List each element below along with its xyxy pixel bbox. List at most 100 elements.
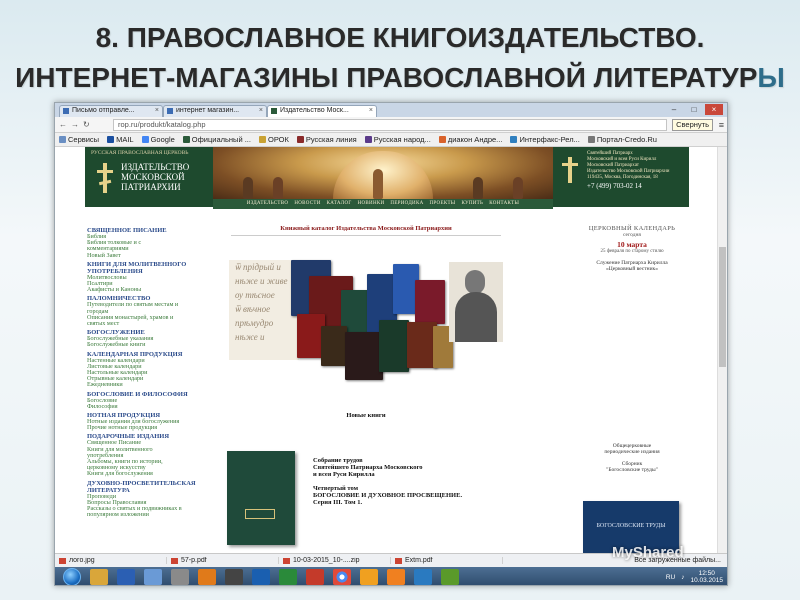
bookmark-item[interactable]: Сервисы	[59, 135, 99, 144]
blog-icon	[438, 136, 446, 143]
bookmark-item[interactable]: Google	[141, 135, 175, 144]
site-icon	[364, 136, 372, 143]
site-logo[interactable]: РУССКАЯ ПРАВОСЛАВНАЯ ЦЕРКОВЬ ИЗДАТЕЛЬСТВ…	[85, 147, 213, 207]
patriarch-portrait-image	[449, 262, 503, 342]
catalog-title: Книжный каталог Издательства Московской …	[280, 225, 452, 232]
book-image[interactable]	[345, 332, 383, 380]
manuscript-image: ѿ прідрый и нѣже и живе ѹ тѣсное ѿ вѣчно…	[229, 260, 299, 360]
at-mail-icon[interactable]	[360, 569, 378, 585]
address-bar: ←→↻ rop.ru/produkt/katalog.php Свернуть …	[55, 117, 727, 133]
bookmark-item[interactable]: диакон Андре...	[438, 135, 502, 144]
url-input[interactable]: rop.ru/produkt/katalog.php	[113, 119, 667, 131]
nav-item[interactable]: НОВОСТИ	[294, 199, 320, 209]
book-image[interactable]	[415, 280, 445, 324]
calendar-title[interactable]: ЦЕРКОВНЫЙ КАЛЕНДАРЬ	[575, 225, 689, 232]
bookmark-item[interactable]: Русская народ...	[364, 135, 431, 144]
app-icon[interactable]	[171, 569, 189, 585]
powerpoint-icon[interactable]	[306, 569, 324, 585]
book-image[interactable]	[379, 320, 409, 372]
close-icon[interactable]: ×	[155, 106, 159, 116]
volume-icon[interactable]: ♪	[681, 574, 684, 581]
tab-mail[interactable]: Письмо отправле... ×	[59, 105, 163, 117]
download-item[interactable]: 57-р.pdf	[167, 557, 279, 564]
new-book-description[interactable]: Собрание трудов Святейшего Патриарха Мос…	[313, 457, 462, 506]
tab-search[interactable]: интернет магазин... ×	[163, 105, 267, 117]
sidebar-link[interactable]: популярном изложении	[87, 512, 211, 518]
window-close-icon[interactable]: ×	[705, 104, 723, 115]
books-collage-image: ѿ прідрый и нѣже и живе ѹ тѣсное ѿ вѣчно…	[221, 250, 511, 410]
scrollbar-thumb[interactable]	[719, 247, 726, 367]
nav-item[interactable]: КОНТАКТЫ	[489, 199, 519, 209]
sidebar-link[interactable]: святых мест	[87, 320, 211, 327]
bookmark-item[interactable]: Портал-Credo.Ru	[587, 135, 657, 144]
start-button-icon[interactable]	[63, 568, 81, 585]
tab-label: интернет магазин...	[176, 107, 240, 114]
sidebar-link[interactable]: Книги для богослужения	[87, 471, 211, 477]
sidebar-link[interactable]: Ежедневники	[87, 382, 211, 388]
watermark-text: MyShared	[612, 544, 684, 561]
close-icon[interactable]: ×	[259, 106, 263, 116]
bookmark-item[interactable]: MAIL	[107, 135, 134, 144]
window-controls: – □ ×	[665, 104, 723, 115]
contact-box: Святейший Патриарх Московский и всея Рус…	[553, 147, 689, 207]
slide-title-line2: ИНТЕРНЕТ-МАГАЗИНЫ ПРАВОСЛАВНОЙ ЛИТЕРАТУР…	[0, 58, 800, 98]
nav-item[interactable]: КУПИТЬ	[461, 199, 483, 209]
excel-icon[interactable]	[279, 569, 297, 585]
nav-item[interactable]: ПРОЕКТЫ	[430, 199, 456, 209]
system-tray: RU ♪ 12:50 10.03.2015	[666, 567, 723, 585]
app-icon[interactable]	[441, 569, 459, 585]
calendar-today-label: сегодня	[623, 232, 641, 238]
contact-line: 119435, Москва, Погодинская, 18	[587, 175, 658, 180]
sidebar-link[interactable]: Прочие нотные продукция	[87, 425, 211, 431]
sidebar-section-title[interactable]: КНИГИ ДЛЯ МОЛИТВЕННОГО УПОТРЕБЛЕНИЯ	[87, 261, 211, 275]
slide-title-line2-main: ИНТЕРНЕТ-МАГАЗИНЫ ПРАВОСЛАВНОЙ ЛИТЕРАТУР	[15, 62, 758, 93]
bookmark-item[interactable]: Русская линия	[296, 135, 357, 144]
bookmark-item[interactable]: ОРОК	[258, 135, 289, 144]
nav-item[interactable]: ПЕРИОДИКА	[390, 199, 423, 209]
taskbar: RU ♪ 12:50 10.03.2015	[55, 567, 727, 585]
sidebar-link[interactable]: Богослужебные книги	[87, 342, 211, 348]
odnoklassniki-icon[interactable]	[387, 569, 405, 585]
minimize-icon[interactable]: –	[665, 104, 683, 115]
reload-icon[interactable]: ↻	[83, 120, 94, 129]
file-explorer-icon[interactable]	[90, 569, 108, 585]
mail-client-icon[interactable]	[252, 569, 270, 585]
book-image[interactable]	[321, 326, 347, 366]
mail-favicon-icon	[63, 108, 69, 114]
page-scrollbar[interactable]	[717, 147, 727, 585]
forward-icon[interactable]: →	[71, 120, 83, 129]
fresco-figure	[513, 177, 523, 199]
download-item[interactable]: лого.jpg	[55, 557, 167, 564]
utility-icon[interactable]	[414, 569, 432, 585]
download-item[interactable]: Extm.pdf	[391, 557, 503, 564]
sidebar-section-title[interactable]: ДУХОВНО-ПРОСВЕТИТЕЛЬСКАЯ ЛИТЕРАТУРА	[87, 480, 211, 494]
nav-item[interactable]: КАТАЛОГ	[327, 199, 352, 209]
menu-icon[interactable]: ≡	[719, 117, 724, 133]
calendar-date: 10 марта	[617, 240, 647, 249]
sidebar-link[interactable]: Акафисты и Каноны	[87, 287, 211, 293]
scissors-icon[interactable]	[144, 569, 162, 585]
new-book-cover-image[interactable]	[227, 451, 295, 545]
media-player-icon[interactable]	[198, 569, 216, 585]
slide-title: 8. ПРАВОСЛАВНОЕ КНИГОИЗДАТЕЛЬСТВО. ИНТЕР…	[0, 18, 800, 98]
fresco-arch	[333, 151, 433, 199]
hp-icon[interactable]	[225, 569, 243, 585]
bookmark-item[interactable]: Официальный ...	[182, 135, 251, 144]
download-item[interactable]: 10-03-2015_10-....zip	[279, 557, 391, 564]
maximize-icon[interactable]: □	[685, 104, 703, 115]
cross-icon	[258, 136, 266, 143]
close-icon[interactable]: ×	[369, 106, 373, 116]
word-icon[interactable]	[117, 569, 135, 585]
clock[interactable]: 12:50 10.03.2015	[690, 570, 723, 584]
mail-icon	[107, 136, 115, 143]
back-icon[interactable]: ←	[59, 120, 71, 129]
tab-publisher[interactable]: Издательство Моск... ×	[267, 105, 377, 117]
nav-item[interactable]: ИЗДАТЕЛЬСТВО	[247, 199, 289, 209]
sidebar-link[interactable]: Философия	[87, 403, 211, 410]
bookmark-item[interactable]: Интерфакс-Рел...	[510, 135, 580, 144]
patriarch-service-link[interactable]: Служение Патриарха Кирилла «Церковный ве…	[575, 260, 689, 272]
chrome-icon[interactable]	[333, 569, 351, 585]
language-indicator[interactable]: RU	[666, 574, 675, 581]
sidebar-link[interactable]: Новый Завет	[87, 252, 211, 259]
nav-item[interactable]: НОВИНКИ	[358, 199, 385, 209]
